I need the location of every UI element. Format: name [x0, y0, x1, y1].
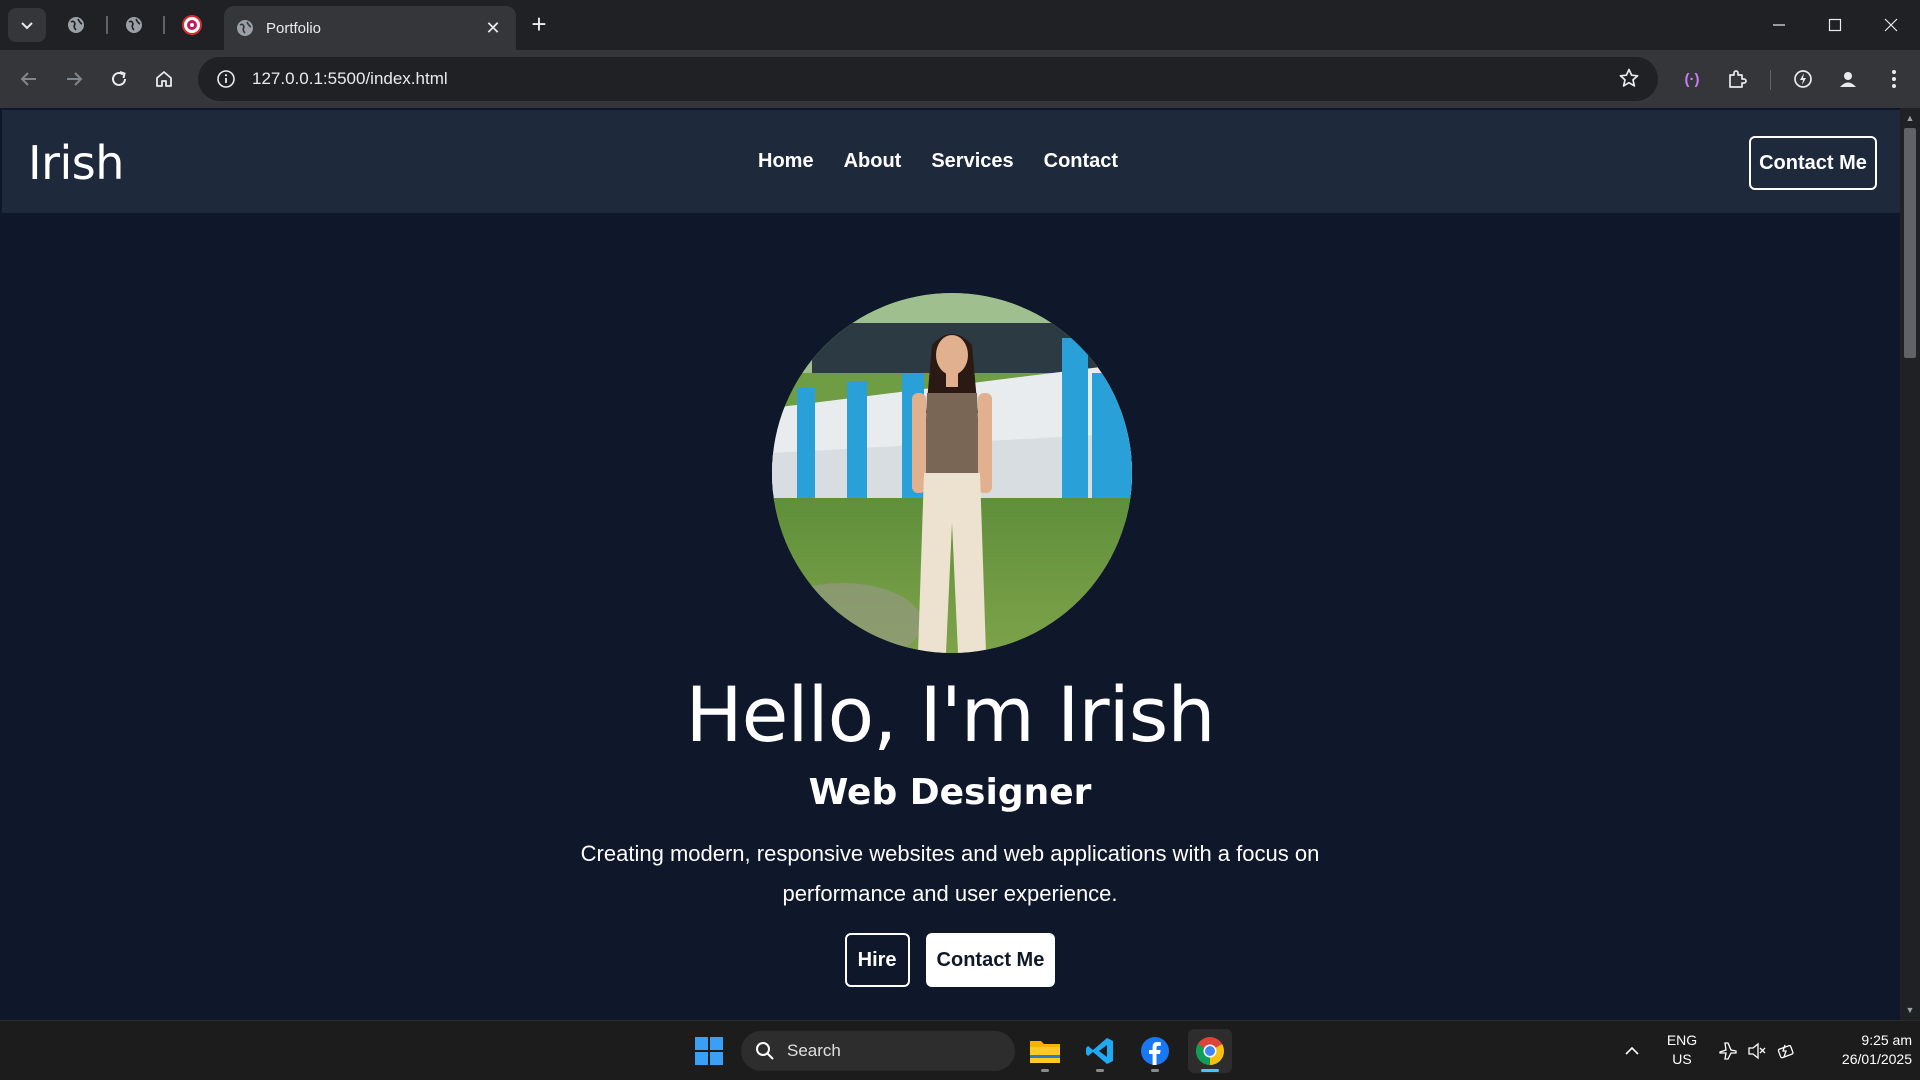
taskbar: Search ENG US 9:25 am 26/01/2025 [0, 1020, 1920, 1080]
close-icon [1884, 18, 1898, 32]
nav-contact-me-button[interactable]: Contact Me [1749, 136, 1877, 190]
tab-separator [163, 16, 165, 34]
search-icon [756, 1042, 774, 1060]
battery-button[interactable] [1772, 1029, 1800, 1073]
arrow-right-icon [67, 72, 83, 86]
language-code: ENG [1666, 1032, 1698, 1048]
active-indicator [1201, 1069, 1219, 1072]
hire-button[interactable]: Hire [844, 933, 910, 987]
tab-portfolio[interactable]: Portfolio ✕ [224, 6, 516, 50]
show-hidden-icons-button[interactable] [1610, 1029, 1654, 1073]
network-button[interactable] [1714, 1029, 1742, 1073]
nav-home[interactable]: Home [758, 150, 814, 173]
system-clock[interactable]: 9:25 am 26/01/2025 [1806, 1031, 1912, 1069]
windows-logo-icon [695, 1037, 723, 1065]
performance-button[interactable] [1786, 62, 1820, 96]
site-info-icon[interactable] [216, 69, 236, 89]
close-tab-icon[interactable]: ✕ [482, 17, 504, 39]
folder-icon [1030, 1041, 1060, 1063]
menu-button[interactable] [1877, 62, 1911, 96]
toolbar-separator [1770, 70, 1771, 90]
hero-description: Creating modern, responsive websites and… [580, 841, 1320, 906]
scrollbar-thumb[interactable] [1904, 128, 1916, 358]
pinned-tab-1[interactable] [60, 10, 92, 40]
file-explorer-button[interactable] [1023, 1029, 1067, 1073]
globe-icon [68, 17, 84, 33]
facebook-icon [1141, 1037, 1169, 1065]
profile-photo [772, 293, 1132, 653]
pinned-tab-3[interactable] [176, 10, 208, 40]
chevron-up-icon [1625, 1046, 1639, 1055]
browser-tabstrip: Portfolio ✕ + [0, 0, 1920, 50]
scroll-down-icon[interactable]: ▼ [1900, 1002, 1920, 1018]
running-indicator [1041, 1069, 1049, 1072]
minimize-icon [1773, 24, 1785, 26]
address-bar[interactable]: 127.0.0.1:5500/index.html [198, 57, 1658, 101]
address-url[interactable]: 127.0.0.1:5500/index.html [252, 69, 448, 89]
tab-search-button[interactable] [8, 8, 46, 42]
pinned-tab-2[interactable] [118, 10, 150, 40]
globe-icon [237, 20, 253, 36]
bookmark-star-icon[interactable] [1618, 67, 1640, 89]
profile-photo-image [772, 293, 1132, 653]
start-button[interactable] [687, 1029, 731, 1073]
chevron-down-icon [21, 22, 33, 30]
hero-buttons: Hire Contact Me [0, 933, 1900, 987]
forward-button[interactable] [57, 62, 91, 96]
hero-subtitle: Web Designer [808, 772, 1092, 813]
nav-about[interactable]: About [844, 150, 902, 173]
vscode-button[interactable] [1078, 1029, 1122, 1073]
running-indicator [1096, 1069, 1104, 1072]
volume-button[interactable] [1743, 1029, 1771, 1073]
speed-icon [1794, 70, 1812, 88]
profile-button[interactable] [1831, 62, 1865, 96]
minimize-button[interactable] [1756, 8, 1802, 42]
running-indicator [1151, 1069, 1159, 1072]
nav-contact[interactable]: Contact [1044, 150, 1118, 173]
hero-title: Hello, I'm Irish [685, 670, 1216, 759]
airplane-mode-icon [1719, 1042, 1737, 1060]
home-icon [156, 71, 172, 87]
tab-separator [106, 16, 108, 34]
back-button[interactable] [12, 62, 46, 96]
chrome-icon [1196, 1037, 1224, 1065]
nav-links: Home About Services Contact [758, 150, 1118, 173]
broadcast-icon: (·) [1684, 70, 1700, 88]
maximize-button[interactable] [1812, 8, 1858, 42]
contact-me-button[interactable]: Contact Me [925, 933, 1056, 987]
page-viewport: Irish Home About Services Contact Contac… [0, 108, 1920, 1020]
site-navbar: Irish Home About Services Contact Contac… [2, 110, 1900, 213]
extensions-button[interactable] [1720, 62, 1754, 96]
extension-button[interactable]: (·) [1675, 62, 1709, 96]
reload-icon [112, 71, 126, 86]
close-window-button[interactable] [1868, 8, 1914, 42]
region-code: US [1672, 1051, 1692, 1067]
page-scrollbar[interactable]: ▲ ▼ [1900, 108, 1920, 1020]
battery-icon [1777, 1044, 1794, 1059]
new-tab-button[interactable]: + [524, 10, 554, 40]
arrow-left-icon [20, 72, 36, 86]
nav-services[interactable]: Services [931, 150, 1013, 173]
browser-toolbar: 127.0.0.1:5500/index.html (·) [0, 50, 1920, 108]
input-language[interactable]: ENG US [1660, 1031, 1704, 1069]
site-brand[interactable]: Irish [28, 136, 124, 190]
chrome-button[interactable] [1188, 1029, 1232, 1073]
home-button[interactable] [147, 62, 181, 96]
reload-button[interactable] [102, 62, 136, 96]
volume-muted-icon [1748, 1042, 1766, 1060]
site-favicon-icon [182, 15, 202, 35]
tab-title: Portfolio [266, 19, 322, 37]
profile-icon [1840, 72, 1856, 87]
facebook-button[interactable] [1133, 1029, 1177, 1073]
search-label: Search [787, 1041, 841, 1060]
scroll-up-icon[interactable]: ▲ [1900, 110, 1920, 126]
clock-time: 9:25 am [1861, 1032, 1912, 1048]
vscode-icon [1086, 1038, 1113, 1064]
globe-icon [126, 17, 142, 33]
taskbar-search[interactable]: Search [741, 1031, 1015, 1071]
puzzle-icon [1729, 70, 1747, 88]
clock-date: 26/01/2025 [1841, 1051, 1912, 1067]
kebab-menu-icon [1892, 70, 1896, 88]
maximize-icon [1828, 18, 1842, 32]
